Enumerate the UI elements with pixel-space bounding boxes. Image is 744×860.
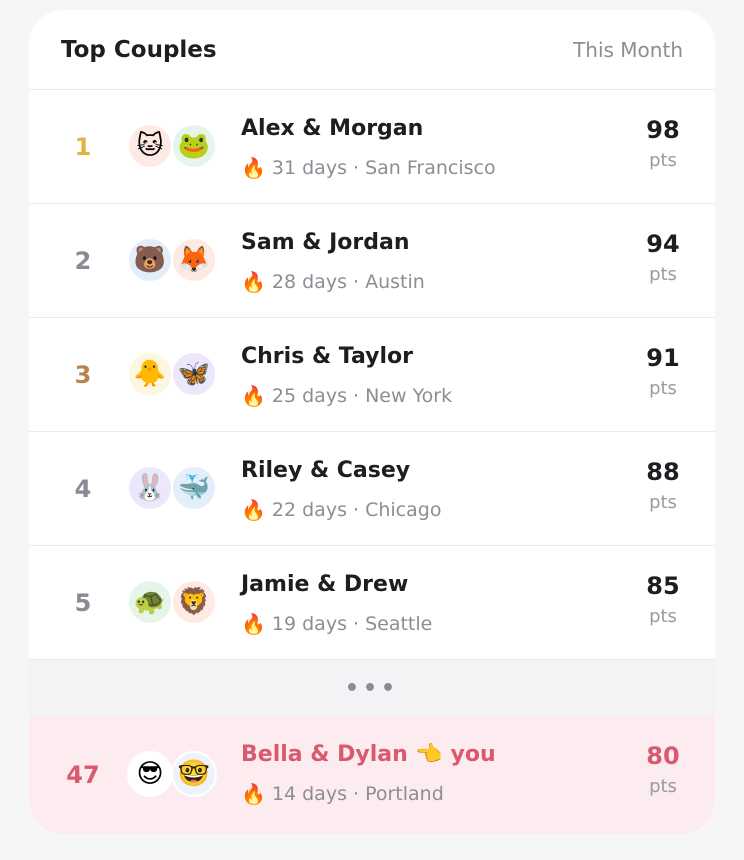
streak-location: 28 days · Austin xyxy=(271,271,425,293)
fire-icon: 🔥 xyxy=(241,384,266,408)
couple-avatars: 😎 🤓 xyxy=(127,751,219,799)
avatar-nerd-emoji-icon: 🤓 xyxy=(171,751,217,797)
fire-icon: 🔥 xyxy=(241,156,266,180)
points-value: 85 xyxy=(646,572,680,600)
points-block: 94 pts xyxy=(643,230,683,285)
couple-name: Sam & Jordan xyxy=(241,230,410,255)
rank-number: 4 xyxy=(74,474,92,503)
avatar-emoji-icon: 🐳 xyxy=(171,464,217,511)
couple-name: Alex & Morgan xyxy=(241,116,424,141)
points-unit: pts xyxy=(649,492,677,513)
avatar-sunglasses-emoji-icon: 😎 xyxy=(127,751,173,797)
points-unit: pts xyxy=(649,606,677,627)
avatar-emoji-icon: 🦋 xyxy=(171,350,217,397)
time-filter[interactable]: This Month xyxy=(573,38,683,62)
couple-meta: 🔥 31 days · San Francisco xyxy=(241,156,496,180)
streak-location: 31 days · San Francisco xyxy=(271,157,496,179)
couple-meta: 🔥 28 days · Austin xyxy=(241,270,425,294)
couple-avatars: 🐻 🦊 xyxy=(127,236,219,285)
couple-avatars: 🐥 🦋 xyxy=(127,350,219,399)
points-unit: pts xyxy=(649,378,677,399)
couple-row[interactable]: 1 🐱 🐸 Alex & Morgan 🔥 31 days · San Fran… xyxy=(29,90,715,204)
leaderboard-header: Top Couples This Month xyxy=(29,10,715,90)
points-value: 88 xyxy=(646,458,680,486)
points-value: 80 xyxy=(646,742,680,770)
points-block: 98 pts xyxy=(643,116,683,171)
rank-number: 1 xyxy=(74,132,92,161)
couple-row[interactable]: 2 🐻 🦊 Sam & Jordan 🔥 28 days · Austin 94… xyxy=(29,204,715,318)
fire-icon: 🔥 xyxy=(241,498,266,522)
rank-number: 2 xyxy=(74,246,92,275)
leaderboard-list: 1 🐱 🐸 Alex & Morgan 🔥 31 days · San Fran… xyxy=(29,90,715,660)
avatar-emoji-icon: 🐥 xyxy=(127,350,173,397)
couple-row[interactable]: 4 🐰 🐳 Riley & Casey 🔥 22 days · Chicago … xyxy=(29,432,715,546)
couple-name: Jamie & Drew xyxy=(241,572,409,597)
points-unit: pts xyxy=(649,776,677,797)
couple-name: Riley & Casey xyxy=(241,458,411,483)
points-block: 88 pts xyxy=(643,458,683,513)
couple-meta: 🔥 14 days · Portland xyxy=(241,782,444,806)
points-unit: pts xyxy=(649,264,677,285)
rank-number: 47 xyxy=(66,761,100,789)
couple-name: Chris & Taylor xyxy=(241,344,413,369)
leaderboard-title: Top Couples xyxy=(61,36,217,63)
points-block: 85 pts xyxy=(643,572,683,627)
streak-location: 19 days · Seattle xyxy=(271,613,433,635)
points-block: 91 pts xyxy=(643,344,683,399)
points-value: 98 xyxy=(646,116,680,144)
fire-icon: 🔥 xyxy=(241,782,266,806)
couple-row[interactable]: 5 🐢 🦁 Jamie & Drew 🔥 19 days · Seattle 8… xyxy=(29,546,715,660)
couple-meta: 🔥 19 days · Seattle xyxy=(241,612,432,636)
my-couple-row[interactable]: 47 😎 🤓 Bella & Dylan 👈 you 🔥 14 days · P… xyxy=(29,716,715,834)
avatar-emoji-icon: 🦊 xyxy=(171,236,217,283)
avatar-emoji-icon: 🦁 xyxy=(171,578,217,625)
fire-icon: 🔥 xyxy=(241,270,266,294)
points-value: 91 xyxy=(646,344,680,372)
avatar-emoji-icon: 🐸 xyxy=(171,122,217,169)
streak-location: 25 days · New York xyxy=(271,385,453,407)
fire-icon: 🔥 xyxy=(241,612,266,636)
points-value: 94 xyxy=(646,230,680,258)
couple-meta: 🔥 22 days · Chicago xyxy=(241,498,441,522)
couple-row[interactable]: 3 🐥 🦋 Chris & Taylor 🔥 25 days · New Yor… xyxy=(29,318,715,432)
couple-name: Bella & Dylan 👈 you xyxy=(241,742,496,767)
couple-avatars: 🐰 🐳 xyxy=(127,464,219,513)
streak-location: 14 days · Portland xyxy=(271,783,444,805)
couple-avatars: 🐱 🐸 xyxy=(127,122,219,171)
avatar-emoji-icon: 🐻 xyxy=(127,236,173,283)
couple-avatars: 🐢 🦁 xyxy=(127,578,219,627)
points-unit: pts xyxy=(649,150,677,171)
rank-number: 5 xyxy=(74,588,92,617)
streak-location: 22 days · Chicago xyxy=(271,499,442,521)
ellipsis-separator: ••• xyxy=(29,660,715,716)
points-block: 80 pts xyxy=(643,742,683,797)
avatar-emoji-icon: 🐱 xyxy=(127,122,173,169)
rank-number: 3 xyxy=(74,360,92,389)
avatar-emoji-icon: 🐰 xyxy=(127,464,173,511)
couple-meta: 🔥 25 days · New York xyxy=(241,384,452,408)
avatar-emoji-icon: 🐢 xyxy=(127,578,173,625)
leaderboard-card: Top Couples This Month 1 🐱 🐸 Alex & Morg… xyxy=(29,10,715,834)
